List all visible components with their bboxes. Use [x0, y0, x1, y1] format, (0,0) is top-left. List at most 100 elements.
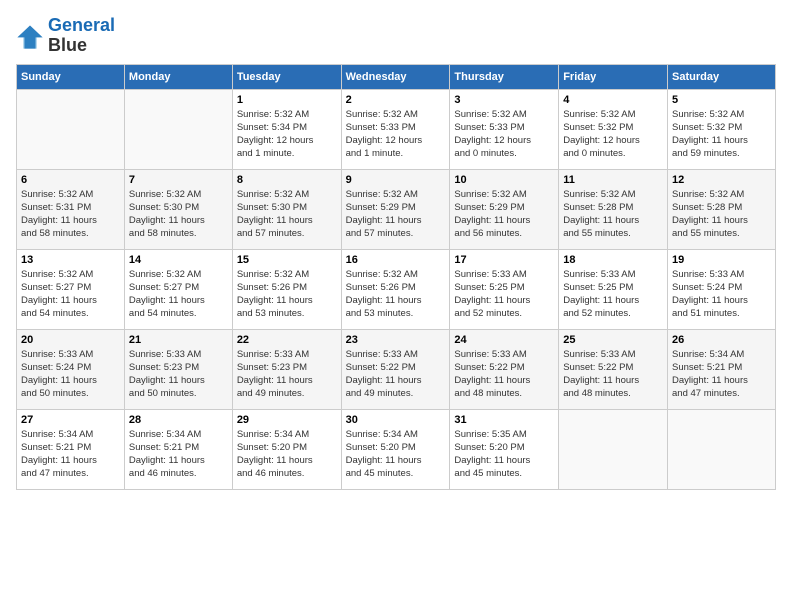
day-number: 17 — [454, 254, 554, 266]
calendar-header: SundayMondayTuesdayWednesdayThursdayFrid… — [17, 64, 776, 89]
day-info: Sunrise: 5:33 AMSunset: 5:24 PMDaylight:… — [672, 268, 771, 321]
calendar-cell: 12 Sunrise: 5:32 AMSunset: 5:28 PMDayligh… — [668, 169, 776, 249]
page-header: GeneralBlue — [16, 16, 776, 56]
calendar-cell — [559, 409, 668, 489]
day-info: Sunrise: 5:34 AMSunset: 5:20 PMDaylight:… — [346, 428, 446, 481]
header-cell-saturday: Saturday — [668, 64, 776, 89]
calendar-cell: 10 Sunrise: 5:32 AMSunset: 5:29 PMDayligh… — [450, 169, 559, 249]
day-info: Sunrise: 5:32 AMSunset: 5:27 PMDaylight:… — [21, 268, 120, 321]
calendar-cell: 2 Sunrise: 5:32 AMSunset: 5:33 PMDaylight… — [341, 89, 450, 169]
day-info: Sunrise: 5:34 AMSunset: 5:20 PMDaylight:… — [237, 428, 337, 481]
day-info: Sunrise: 5:34 AMSunset: 5:21 PMDaylight:… — [21, 428, 120, 481]
header-cell-tuesday: Tuesday — [232, 64, 341, 89]
day-info: Sunrise: 5:32 AMSunset: 5:31 PMDaylight:… — [21, 188, 120, 241]
calendar-table: SundayMondayTuesdayWednesdayThursdayFrid… — [16, 64, 776, 490]
day-info: Sunrise: 5:32 AMSunset: 5:27 PMDaylight:… — [129, 268, 228, 321]
calendar-cell: 29Sunrise: 5:34 AMSunset: 5:20 PMDayligh… — [232, 409, 341, 489]
day-info: Sunrise: 5:32 AMSunset: 5:30 PMDaylight:… — [129, 188, 228, 241]
day-number: 26 — [672, 334, 771, 346]
day-info: Sunrise: 5:33 AMSunset: 5:22 PMDaylight:… — [454, 348, 554, 401]
header-cell-wednesday: Wednesday — [341, 64, 450, 89]
calendar-cell: 23Sunrise: 5:33 AMSunset: 5:22 PMDayligh… — [341, 329, 450, 409]
day-info: Sunrise: 5:34 AMSunset: 5:21 PMDaylight:… — [672, 348, 771, 401]
calendar-cell: 22 Sunrise: 5:33 AMSunset: 5:23 PMDayligh… — [232, 329, 341, 409]
day-info: Sunrise: 5:32 AMSunset: 5:28 PMDaylight:… — [563, 188, 663, 241]
day-number: 12 — [672, 174, 771, 186]
day-info: Sunrise: 5:32 AMSunset: 5:29 PMDaylight:… — [454, 188, 554, 241]
calendar-cell: 17Sunrise: 5:33 AMSunset: 5:25 PMDayligh… — [450, 249, 559, 329]
day-info: Sunrise: 5:34 AMSunset: 5:21 PMDaylight:… — [129, 428, 228, 481]
header-cell-thursday: Thursday — [450, 64, 559, 89]
header-row: SundayMondayTuesdayWednesdayThursdayFrid… — [17, 64, 776, 89]
day-number: 15 — [237, 254, 337, 266]
day-number: 10 — [454, 174, 554, 186]
day-number: 8 — [237, 174, 337, 186]
calendar-cell: 1Sunrise: 5:32 AMSunset: 5:34 PMDaylight… — [232, 89, 341, 169]
day-number: 5 — [672, 94, 771, 106]
calendar-cell: 27 Sunrise: 5:34 AMSunset: 5:21 PMDayligh… — [17, 409, 125, 489]
calendar-cell: 5 Sunrise: 5:32 AMSunset: 5:32 PMDaylight… — [668, 89, 776, 169]
day-number: 6 — [21, 174, 120, 186]
day-number: 23 — [346, 334, 446, 346]
day-info: Sunrise: 5:33 AMSunset: 5:25 PMDaylight:… — [563, 268, 663, 321]
logo-text: GeneralBlue — [48, 16, 115, 56]
day-info: Sunrise: 5:32 AMSunset: 5:28 PMDaylight:… — [672, 188, 771, 241]
day-number: 25 — [563, 334, 663, 346]
day-number: 24 — [454, 334, 554, 346]
calendar-body: 1Sunrise: 5:32 AMSunset: 5:34 PMDaylight… — [17, 89, 776, 489]
day-info: Sunrise: 5:32 AMSunset: 5:26 PMDaylight:… — [346, 268, 446, 321]
day-number: 16 — [346, 254, 446, 266]
header-cell-friday: Friday — [559, 64, 668, 89]
day-info: Sunrise: 5:33 AMSunset: 5:23 PMDaylight:… — [237, 348, 337, 401]
header-cell-monday: Monday — [124, 64, 232, 89]
calendar-cell: 16 Sunrise: 5:32 AMSunset: 5:26 PMDayligh… — [341, 249, 450, 329]
calendar-cell: 7Sunrise: 5:32 AMSunset: 5:30 PMDaylight… — [124, 169, 232, 249]
week-row-2: 6 Sunrise: 5:32 AMSunset: 5:31 PMDaylight… — [17, 169, 776, 249]
day-number: 19 — [672, 254, 771, 266]
calendar-cell: 9 Sunrise: 5:32 AMSunset: 5:29 PMDaylight… — [341, 169, 450, 249]
day-number: 22 — [237, 334, 337, 346]
calendar-cell: 18 Sunrise: 5:33 AMSunset: 5:25 PMDayligh… — [559, 249, 668, 329]
day-number: 3 — [454, 94, 554, 106]
calendar-cell: 25 Sunrise: 5:33 AMSunset: 5:22 PMDayligh… — [559, 329, 668, 409]
header-cell-sunday: Sunday — [17, 64, 125, 89]
day-info: Sunrise: 5:33 AMSunset: 5:22 PMDaylight:… — [563, 348, 663, 401]
logo-icon — [16, 22, 44, 50]
calendar-cell: 26 Sunrise: 5:34 AMSunset: 5:21 PMDayligh… — [668, 329, 776, 409]
day-info: Sunrise: 5:32 AMSunset: 5:33 PMDaylight:… — [346, 108, 446, 161]
calendar-cell: 31 Sunrise: 5:35 AMSunset: 5:20 PMDayligh… — [450, 409, 559, 489]
day-number: 20 — [21, 334, 120, 346]
calendar-cell: 3 Sunrise: 5:32 AMSunset: 5:33 PMDaylight… — [450, 89, 559, 169]
calendar-cell: 13 Sunrise: 5:32 AMSunset: 5:27 PMDayligh… — [17, 249, 125, 329]
calendar-cell: 28 Sunrise: 5:34 AMSunset: 5:21 PMDayligh… — [124, 409, 232, 489]
calendar-cell: 14Sunrise: 5:32 AMSunset: 5:27 PMDayligh… — [124, 249, 232, 329]
day-number: 21 — [129, 334, 228, 346]
day-number: 31 — [454, 414, 554, 426]
calendar-cell: 20Sunrise: 5:33 AMSunset: 5:24 PMDayligh… — [17, 329, 125, 409]
day-info: Sunrise: 5:35 AMSunset: 5:20 PMDaylight:… — [454, 428, 554, 481]
day-info: Sunrise: 5:32 AMSunset: 5:32 PMDaylight:… — [563, 108, 663, 161]
day-info: Sunrise: 5:32 AMSunset: 5:29 PMDaylight:… — [346, 188, 446, 241]
day-info: Sunrise: 5:32 AMSunset: 5:33 PMDaylight:… — [454, 108, 554, 161]
day-number: 30 — [346, 414, 446, 426]
day-number: 18 — [563, 254, 663, 266]
day-info: Sunrise: 5:32 AMSunset: 5:32 PMDaylight:… — [672, 108, 771, 161]
day-number: 28 — [129, 414, 228, 426]
calendar-cell: 30 Sunrise: 5:34 AMSunset: 5:20 PMDayligh… — [341, 409, 450, 489]
calendar-cell: 4 Sunrise: 5:32 AMSunset: 5:32 PMDaylight… — [559, 89, 668, 169]
calendar-cell: 11Sunrise: 5:32 AMSunset: 5:28 PMDayligh… — [559, 169, 668, 249]
week-row-4: 20Sunrise: 5:33 AMSunset: 5:24 PMDayligh… — [17, 329, 776, 409]
calendar-cell: 6 Sunrise: 5:32 AMSunset: 5:31 PMDaylight… — [17, 169, 125, 249]
week-row-1: 1Sunrise: 5:32 AMSunset: 5:34 PMDaylight… — [17, 89, 776, 169]
day-number: 13 — [21, 254, 120, 266]
day-info: Sunrise: 5:32 AMSunset: 5:30 PMDaylight:… — [237, 188, 337, 241]
day-info: Sunrise: 5:32 AMSunset: 5:34 PMDaylight:… — [237, 108, 337, 161]
calendar-cell — [124, 89, 232, 169]
day-number: 2 — [346, 94, 446, 106]
day-info: Sunrise: 5:33 AMSunset: 5:23 PMDaylight:… — [129, 348, 228, 401]
day-number: 4 — [563, 94, 663, 106]
day-info: Sunrise: 5:32 AMSunset: 5:26 PMDaylight:… — [237, 268, 337, 321]
day-number: 27 — [21, 414, 120, 426]
day-number: 9 — [346, 174, 446, 186]
calendar-cell: 15 Sunrise: 5:32 AMSunset: 5:26 PMDayligh… — [232, 249, 341, 329]
